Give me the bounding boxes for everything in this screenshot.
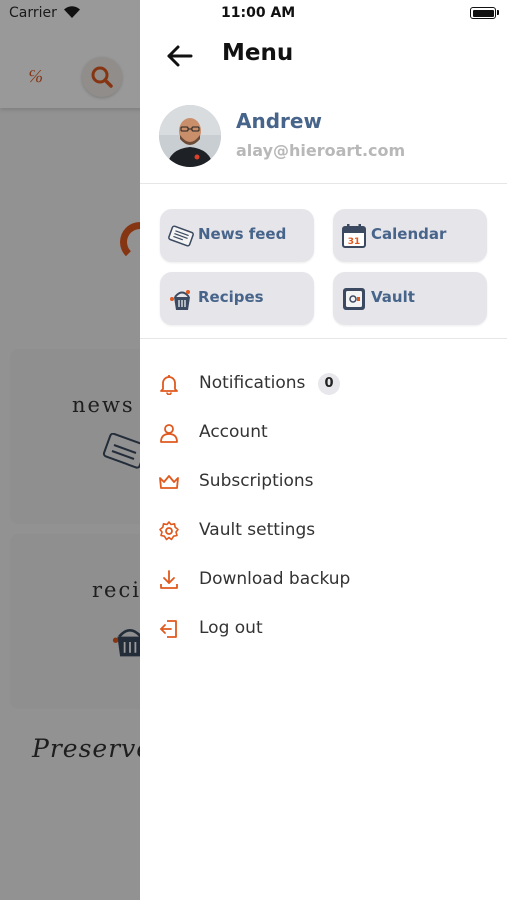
menu-item-log-out[interactable]: Log out — [140, 606, 507, 652]
menu-label: Account — [199, 422, 268, 442]
menu-label: Download backup — [199, 569, 351, 589]
carrier-label: Carrier — [9, 5, 57, 21]
menu-label: Log out — [199, 618, 263, 638]
arrow-left-icon — [167, 45, 193, 67]
profile-section[interactable]: Andrew alay@hieroart.com — [140, 96, 507, 182]
recipe-basket-icon — [170, 290, 190, 310]
user-photo — [159, 105, 221, 167]
gear-icon — [159, 521, 179, 541]
clock: 11:00 AM — [221, 5, 296, 21]
battery-icon — [470, 7, 496, 19]
tile-label: News feed — [198, 225, 287, 243]
menu-item-download-backup[interactable]: Download backup — [140, 557, 507, 603]
notification-count-badge: 0 — [318, 373, 340, 395]
drawer-title: Menu — [222, 40, 294, 66]
calendar-day: 31 — [348, 237, 361, 247]
divider — [140, 338, 507, 339]
menu-label: Vault settings — [199, 520, 316, 540]
menu-label: Subscriptions — [199, 471, 314, 491]
recipes-tile[interactable]: Recipes — [160, 272, 314, 325]
vault-icon — [343, 288, 365, 310]
logout-icon — [160, 620, 177, 638]
crown-icon — [159, 475, 179, 489]
user-email: alay@hieroart.com — [236, 141, 406, 160]
vault-tile[interactable]: Vault — [333, 272, 487, 325]
menu-item-vault-settings[interactable]: Vault settings — [140, 508, 507, 554]
user-name: Andrew — [236, 109, 322, 133]
status-bar: Carrier 11:00 AM — [0, 0, 507, 28]
tile-label: Recipes — [198, 288, 264, 306]
menu-item-subscriptions[interactable]: Subscriptions — [140, 459, 507, 505]
newspaper-icon — [168, 225, 194, 247]
back-button[interactable] — [164, 40, 196, 72]
person-icon — [160, 424, 178, 443]
battery-tip — [497, 10, 499, 15]
download-icon — [160, 570, 178, 589]
menu-label: Notifications — [199, 373, 306, 393]
menu-item-account[interactable]: Account — [140, 410, 507, 456]
calendar-tile[interactable]: 31 Calendar — [333, 209, 487, 262]
wifi-icon — [64, 6, 80, 18]
side-drawer: Menu Andrew alay@hieroart.com News feed … — [140, 0, 507, 900]
tile-label: Calendar — [371, 225, 447, 243]
menu-item-notifications[interactable]: Notifications 0 — [140, 361, 507, 407]
bell-icon — [160, 375, 178, 395]
calendar-icon: 31 — [342, 224, 366, 248]
tile-label: Vault — [371, 288, 415, 306]
avatar — [159, 105, 221, 167]
divider — [140, 183, 507, 184]
news-feed-tile[interactable]: News feed — [160, 209, 314, 262]
